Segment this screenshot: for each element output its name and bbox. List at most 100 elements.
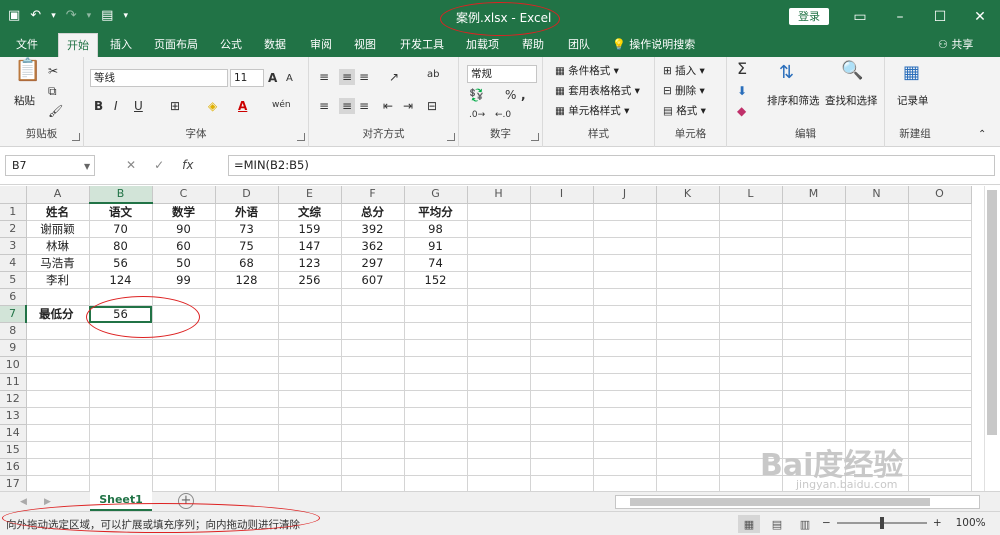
cell[interactable] [908,305,972,323]
cell[interactable] [467,339,531,357]
cell[interactable]: 256 [278,271,342,289]
cell[interactable] [89,322,153,340]
cell[interactable] [656,237,720,255]
tab-page-layout[interactable]: 页面布局 [146,33,206,57]
row-header[interactable]: 11 [0,373,27,391]
cell[interactable]: 159 [278,220,342,238]
cell[interactable]: 林琳 [26,237,90,255]
cell[interactable] [215,288,279,306]
cell[interactable]: 98 [404,220,468,238]
cell[interactable] [152,441,216,459]
cell[interactable]: 姓名 [26,203,90,221]
undo-dropdown-icon[interactable]: ▾ [51,6,56,26]
cell[interactable] [719,458,783,476]
row-header[interactable]: 17 [0,475,27,491]
cell[interactable] [593,356,657,374]
cell[interactable] [278,424,342,442]
cell[interactable] [782,407,846,425]
cancel-icon[interactable]: ✕ [126,155,136,176]
cell[interactable] [719,254,783,272]
cell[interactable]: 文综 [278,203,342,221]
cell[interactable] [26,288,90,306]
cell[interactable] [845,356,909,374]
name-box-dropdown-icon[interactable]: ▼ [84,159,90,175]
cell[interactable] [845,339,909,357]
cell[interactable]: 外语 [215,203,279,221]
cell[interactable] [656,254,720,272]
align-center-icon[interactable]: ≡ [339,98,355,114]
cell[interactable] [782,339,846,357]
cell[interactable] [341,288,405,306]
cell[interactable] [845,458,909,476]
cell[interactable] [530,390,594,408]
cell[interactable] [404,407,468,425]
cell[interactable] [845,271,909,289]
cell[interactable] [467,322,531,340]
cell[interactable] [341,407,405,425]
cell[interactable] [719,322,783,340]
delete-cells-button[interactable]: ⊟ 删除 ▾ [663,83,705,99]
cell[interactable] [89,458,153,476]
comma-button[interactable]: , [521,87,526,103]
tab-developer[interactable]: 开发工具 [392,33,452,57]
cell[interactable] [530,373,594,391]
cell[interactable] [530,441,594,459]
cell[interactable] [215,356,279,374]
cell[interactable] [341,475,405,491]
cell[interactable] [278,441,342,459]
cell[interactable] [530,305,594,323]
cell[interactable] [593,203,657,221]
cell[interactable] [530,322,594,340]
zoom-in-button[interactable]: + [933,517,942,529]
orientation-icon[interactable]: ↗ [389,69,399,85]
cell[interactable] [467,305,531,323]
vertical-scrollbar[interactable] [984,186,1000,491]
sort-filter-icon[interactable]: ⇅ [779,64,794,82]
cell[interactable] [593,390,657,408]
cell[interactable] [908,254,972,272]
cell[interactable] [908,203,972,221]
customize-qat-icon[interactable]: ▾ [123,6,128,26]
cell[interactable] [215,407,279,425]
cell[interactable] [404,356,468,374]
zoom-slider-thumb[interactable] [879,517,884,529]
format-cells-button[interactable]: ▤ 格式 ▾ [663,103,706,119]
zoom-slider[interactable] [836,517,927,529]
cell[interactable] [467,407,531,425]
tab-review[interactable]: 审阅 [302,33,340,57]
cell[interactable] [530,271,594,289]
cell[interactable] [845,288,909,306]
cell[interactable] [719,407,783,425]
cell[interactable]: 392 [341,220,405,238]
grow-font-icon[interactable]: A [268,70,277,86]
cell[interactable] [278,322,342,340]
cell[interactable] [404,390,468,408]
cell[interactable] [89,475,153,491]
column-header[interactable]: H [467,186,531,204]
cell[interactable] [467,475,531,491]
cell[interactable] [467,237,531,255]
cell[interactable] [89,424,153,442]
cell[interactable] [719,356,783,374]
ribbon-display-options-icon[interactable]: ▭ [840,0,880,33]
cell[interactable] [89,390,153,408]
cell[interactable] [215,305,279,323]
cell[interactable] [26,373,90,391]
fill-icon[interactable]: ⬇ [737,83,747,99]
insert-cells-button[interactable]: ⊞ 插入 ▾ [663,63,705,79]
cell[interactable]: 362 [341,237,405,255]
cell[interactable] [467,203,531,221]
cell[interactable] [467,356,531,374]
cell[interactable] [719,441,783,459]
cell[interactable] [467,288,531,306]
cell[interactable] [656,356,720,374]
cell[interactable]: 147 [278,237,342,255]
cell[interactable]: 124 [89,271,153,289]
cell[interactable] [404,288,468,306]
cell[interactable] [782,458,846,476]
cell[interactable] [530,356,594,374]
form-label[interactable]: 记录单 [897,93,929,109]
selected-cell[interactable]: 56 [89,305,153,323]
cell[interactable] [89,407,153,425]
cell[interactable] [656,203,720,221]
